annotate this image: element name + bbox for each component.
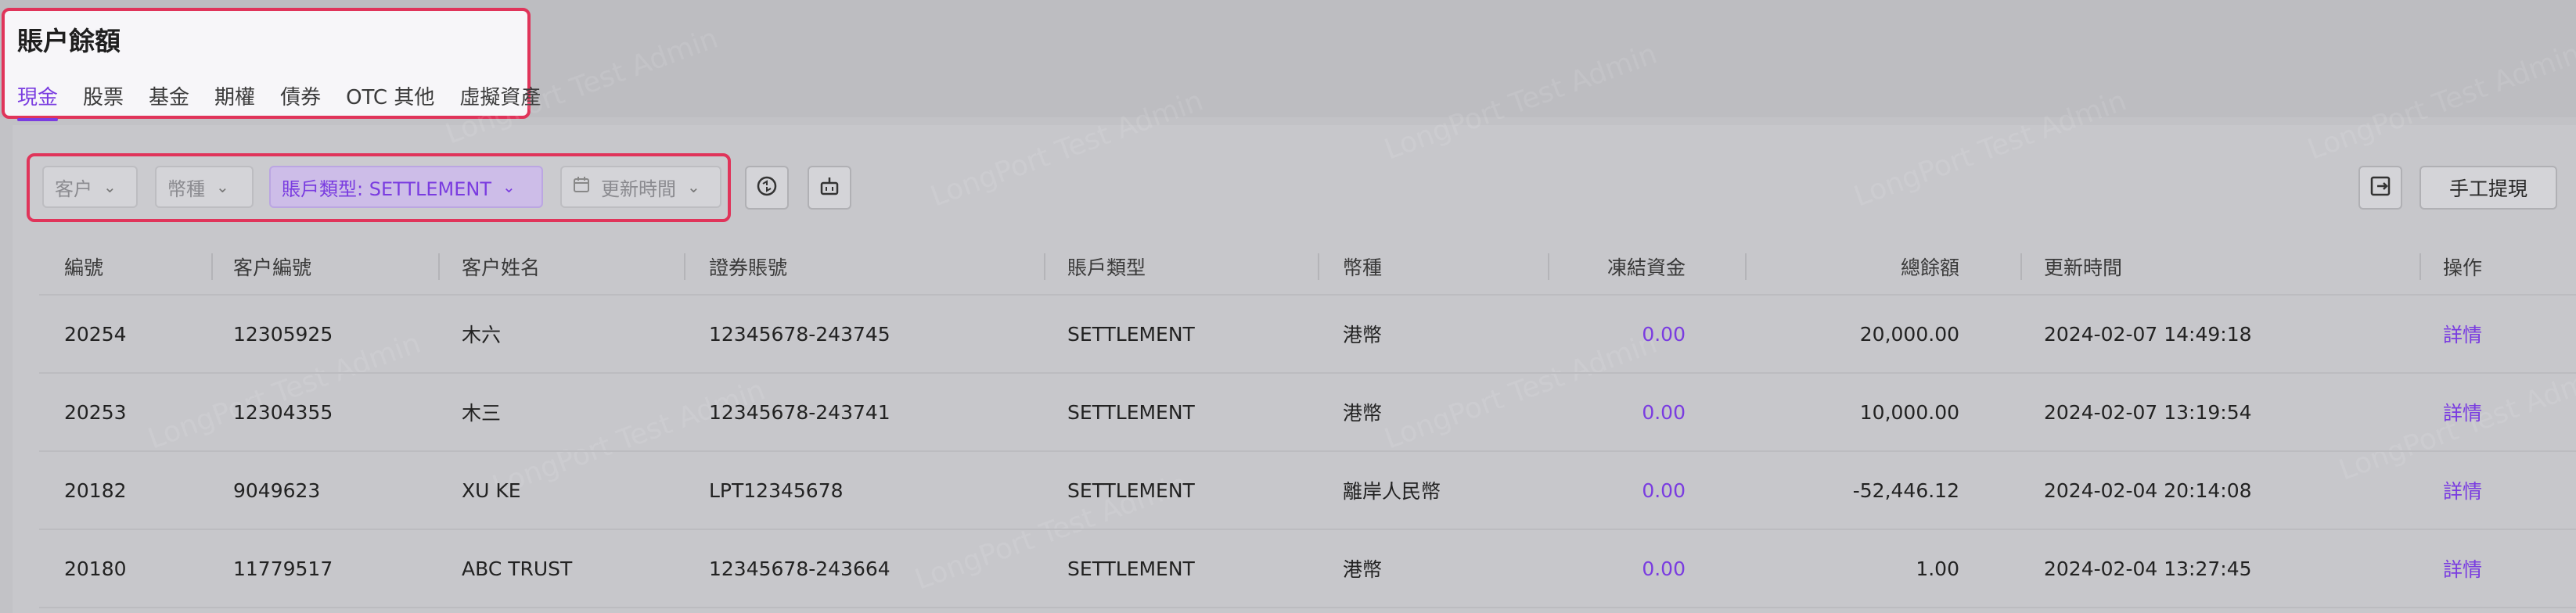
column-divider: [684, 253, 685, 280]
table-row: 20254 12305925 木六 12345678-243745 SETTLE…: [39, 296, 2576, 374]
table-header-row: 編號 客户編號 客户姓名 證券賬號 賬戶類型 幣種 凍結資金 總餘額 更新時間 …: [39, 239, 2576, 296]
basket-icon: [818, 175, 840, 200]
column-header-account-type: 賬戶類型: [1067, 256, 1146, 279]
cell-account-type: SETTLEMENT: [1067, 479, 1195, 502]
cell-id: 20253: [64, 400, 127, 424]
column-divider: [2419, 253, 2421, 280]
tab-virtual-assets[interactable]: 虛擬資產: [459, 81, 541, 110]
column-header-action: 操作: [2443, 256, 2483, 279]
column-header-updated: 更新時間: [2044, 256, 2123, 279]
cell-securities-account: 12345678-243664: [709, 557, 890, 580]
cell-customer-name: XU KE: [462, 479, 521, 502]
cell-frozen: 0.00: [1642, 479, 1686, 502]
clear-filters-button[interactable]: [808, 166, 851, 210]
cell-customer-no: 11779517: [233, 557, 333, 580]
cell-securities-account: LPT12345678: [709, 479, 844, 502]
table-row: 20182 9049623 XU KE LPT12345678 SETTLEME…: [39, 452, 2576, 530]
table-row: 20180 11779517 ABC TRUST 12345678-243664…: [39, 530, 2576, 608]
balance-table: 編號 客户編號 客户姓名 證券賬號 賬戶類型 幣種 凍結資金 總餘額 更新時間 …: [39, 239, 2576, 608]
asset-tabs: 現金 股票 基金 期權 債券 OTC 其他 虛擬資產: [17, 81, 566, 121]
cell-frozen: 0.00: [1642, 557, 1686, 580]
export-button[interactable]: [2358, 166, 2402, 210]
customer-filter[interactable]: 客户 ⌄: [42, 166, 138, 208]
cell-frozen: 0.00: [1642, 322, 1686, 346]
detail-link[interactable]: 詳情: [2443, 374, 2482, 450]
column-header-balance: 總餘額: [1900, 256, 1959, 279]
chevron-down-icon: ⌄: [687, 177, 700, 196]
column-header-frozen: 凍結資金: [1606, 256, 1686, 279]
column-header-customer-name: 客户姓名: [462, 256, 541, 279]
detail-link[interactable]: 詳情: [2443, 296, 2482, 372]
tab-otc-other[interactable]: OTC 其他: [346, 81, 434, 110]
cell-currency: 港幣: [1343, 558, 1383, 581]
update-time-filter-label: 更新時間: [601, 177, 676, 200]
cell-account-type: SETTLEMENT: [1067, 400, 1195, 424]
column-divider: [211, 253, 213, 280]
column-header-customer-no: 客户編號: [233, 256, 312, 279]
cell-account-type: SETTLEMENT: [1067, 557, 1195, 580]
tab-funds[interactable]: 基金: [149, 81, 189, 110]
chevron-down-icon: ⌄: [216, 177, 229, 196]
cell-securities-account: 12345678-243741: [709, 400, 890, 424]
column-header-currency: 幣種: [1343, 256, 1383, 279]
cell-balance: 1.00: [1916, 557, 1959, 580]
column-divider: [1745, 253, 1747, 280]
tab-options[interactable]: 期權: [214, 81, 255, 110]
cell-frozen: 0.00: [1642, 400, 1686, 424]
cell-updated: 2024-02-04 20:14:08: [2044, 479, 2252, 502]
export-icon: [2369, 175, 2391, 200]
calendar-icon: [573, 176, 590, 198]
title-tabs-panel: 賬户餘額 現金 股票 基金 期權 債券 OTC 其他 虛擬資產: [2, 8, 541, 121]
table-row: 20253 12304355 木三 12345678-243741 SETTLE…: [39, 374, 2576, 452]
account-type-filter-label: 賬戶類型: SETTLEMENT: [282, 177, 492, 200]
refresh-button[interactable]: [745, 166, 789, 210]
cell-balance: 20,000.00: [1859, 322, 1959, 346]
detail-link[interactable]: 詳情: [2443, 452, 2482, 529]
cell-updated: 2024-02-04 13:27:45: [2044, 557, 2252, 580]
column-divider: [1318, 253, 1319, 280]
column-divider: [2020, 253, 2022, 280]
cell-balance: 10,000.00: [1859, 400, 1959, 424]
cell-id: 20180: [64, 557, 127, 580]
currency-filter[interactable]: 幣種 ⌄: [155, 166, 254, 208]
customer-filter-label: 客户: [55, 177, 92, 200]
page-title: 賬户餘額: [17, 26, 121, 56]
chevron-down-icon: ⌄: [103, 177, 117, 196]
column-header-id: 編號: [64, 256, 104, 279]
cell-currency: 港幣: [1343, 324, 1383, 346]
detail-link[interactable]: 詳情: [2443, 530, 2482, 607]
cell-customer-no: 12304355: [233, 400, 333, 424]
tab-bonds[interactable]: 債券: [280, 81, 321, 110]
account-type-filter[interactable]: 賬戶類型: SETTLEMENT ⌄: [269, 166, 543, 208]
cell-customer-name: 木三: [462, 402, 502, 425]
cell-updated: 2024-02-07 13:19:54: [2044, 400, 2252, 424]
cell-currency: 港幣: [1343, 402, 1383, 425]
cell-customer-no: 12305925: [233, 322, 333, 346]
cell-customer-no: 9049623: [233, 479, 321, 502]
tab-stocks[interactable]: 股票: [83, 81, 124, 110]
chevron-down-icon: ⌄: [502, 177, 516, 196]
cell-id: 20254: [64, 322, 127, 346]
column-divider: [1044, 253, 1045, 280]
column-divider: [438, 253, 440, 280]
cell-updated: 2024-02-07 14:49:18: [2044, 322, 2252, 346]
update-time-filter[interactable]: 更新時間 ⌄: [560, 166, 721, 208]
cell-currency: 離岸人民幣: [1343, 480, 1441, 503]
cell-account-type: SETTLEMENT: [1067, 322, 1195, 346]
currency-filter-label: 幣種: [167, 177, 205, 200]
cell-securities-account: 12345678-243745: [709, 322, 890, 346]
refresh-icon: [756, 175, 778, 200]
cell-customer-name: 木六: [462, 324, 502, 346]
column-header-securities-account: 證券賬號: [709, 256, 788, 279]
cell-id: 20182: [64, 479, 127, 502]
column-divider: [1548, 253, 1549, 280]
tab-cash[interactable]: 現金: [17, 81, 59, 121]
cell-balance: -52,446.12: [1852, 479, 1959, 502]
manual-withdraw-button[interactable]: 手工提現: [2419, 166, 2557, 210]
cell-customer-name: ABC TRUST: [462, 557, 573, 580]
